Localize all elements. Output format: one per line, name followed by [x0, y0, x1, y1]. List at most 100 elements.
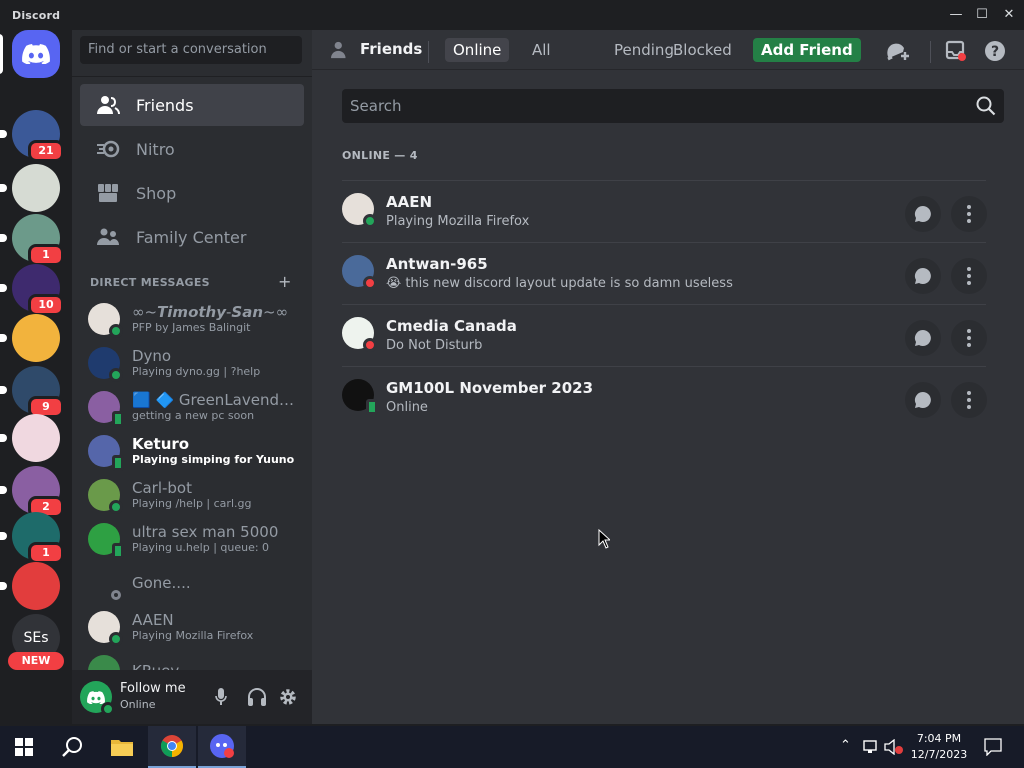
dm-item[interactable]: ∞~𝙏𝙞𝙢𝙤𝙩𝙝𝙮-𝙎𝙖𝙣~∞ PFP by James Balingit	[80, 298, 304, 340]
family-icon	[92, 225, 124, 249]
user-avatar[interactable]	[80, 681, 115, 716]
server-icon[interactable]: 2	[0, 466, 64, 518]
chrome-button[interactable]	[148, 726, 196, 768]
svg-text:?: ?	[991, 44, 999, 60]
create-dm-button[interactable]: +	[278, 272, 291, 291]
mention-badge: 21	[28, 140, 64, 162]
new-badge: NEW	[8, 652, 64, 670]
friend-avatar	[342, 193, 377, 228]
server-icon[interactable]	[0, 562, 60, 610]
tab-all[interactable]: All	[524, 38, 559, 62]
friend-row[interactable]: Antwan-965 😭 this new discord layout upda…	[342, 242, 987, 304]
dm-text: ∞~𝙏𝙞𝙢𝙤𝙩𝙝𝙮-𝙎𝙖𝙣~∞ PFP by James Balingit	[132, 303, 300, 335]
dm-item[interactable]: Carl-bot Playing /help | carl.gg	[80, 474, 304, 516]
status-indicator	[109, 324, 123, 338]
unread-indicator	[0, 284, 7, 292]
mention-badge: 10	[28, 294, 64, 316]
more-options-button[interactable]	[951, 320, 987, 356]
nav-shop[interactable]: Shop	[80, 172, 304, 214]
start-button[interactable]	[0, 726, 48, 768]
mouse-cursor-icon	[598, 528, 612, 553]
server-avatar	[12, 164, 60, 212]
friend-avatar	[342, 255, 377, 290]
message-button[interactable]	[905, 382, 941, 418]
notifications-icon[interactable]	[984, 738, 1002, 760]
dm-item[interactable]: 🟦 🔷 GreenLavender... getting a new pc soo…	[80, 386, 304, 428]
shop-icon	[92, 181, 124, 205]
system-clock[interactable]: 7:04 PM 12/7/2023	[900, 731, 978, 763]
dm-status: Playing dyno.gg | ?help	[132, 365, 261, 378]
dm-avatar	[88, 435, 124, 471]
headphones-icon[interactable]	[247, 688, 267, 710]
server-icon[interactable]	[0, 314, 60, 362]
more-options-button[interactable]	[951, 258, 987, 294]
home-button[interactable]	[0, 30, 60, 78]
dm-status: Playing /help | carl.gg	[132, 497, 252, 510]
mention-badge: 1	[28, 244, 64, 266]
dm-item[interactable]: AAEN Playing Mozilla Firefox	[80, 606, 304, 648]
server-icon[interactable]: 9	[0, 366, 64, 418]
dm-name: ultra sex man 5000	[132, 523, 279, 541]
message-icon	[914, 329, 931, 346]
tab-online[interactable]: Online	[445, 38, 510, 62]
search-taskbar-button[interactable]	[48, 726, 96, 768]
more-vertical-icon	[967, 267, 971, 285]
inbox-icon[interactable]	[944, 39, 968, 63]
server-icon[interactable]: 1	[0, 512, 64, 564]
server-icon[interactable]: 21	[0, 110, 64, 162]
dm-item[interactable]: ultra sex man 5000 Playing u.help | queue…	[80, 518, 304, 560]
server-icon[interactable]	[0, 164, 60, 212]
dm-avatar	[88, 303, 123, 338]
server-icon[interactable]: 10	[0, 264, 64, 316]
add-friend-button[interactable]: Add Friend	[753, 38, 861, 62]
minimize-button[interactable]: —	[948, 7, 964, 23]
server-icon[interactable]	[0, 414, 60, 462]
server-avatar	[12, 314, 60, 362]
nav-nitro[interactable]: Nitro	[80, 128, 304, 170]
friend-row[interactable]: Cmedia Canada Do Not Disturb	[342, 304, 987, 366]
friend-name: GM100L November 2023	[386, 379, 594, 397]
friend-row[interactable]: GM100L November 2023 Online	[342, 366, 987, 428]
new-group-dm-icon[interactable]	[886, 39, 910, 63]
discord-taskbar-button[interactable]	[198, 726, 246, 768]
dm-item[interactable]: Dyno Playing dyno.gg | ?help	[80, 342, 304, 384]
friends-search-input[interactable]: Search	[342, 89, 1004, 123]
find-conversation-button[interactable]: Find or start a conversation	[80, 36, 302, 64]
dm-item[interactable]: Gone....	[80, 562, 304, 604]
friends-icon	[330, 40, 352, 64]
message-button[interactable]	[905, 258, 941, 294]
more-options-button[interactable]	[951, 196, 987, 232]
network-icon[interactable]	[862, 739, 880, 759]
user-info[interactable]: Follow me Online	[120, 681, 186, 713]
clock-date: 12/7/2023	[910, 748, 968, 761]
unread-indicator	[0, 434, 7, 442]
dm-item[interactable]: Keturo Playing simping for Yuuno	[80, 430, 304, 472]
dm-name: AAEN	[132, 611, 174, 629]
maximize-button[interactable]: ☐	[974, 7, 990, 23]
chevron-up-icon[interactable]: ⌃	[840, 738, 851, 753]
friends-header: Friends Online All Pending Blocked Add F…	[312, 30, 1024, 70]
dm-name: Dyno	[132, 347, 172, 365]
friend-row[interactable]: AAEN Playing Mozilla Firefox	[342, 180, 987, 242]
microphone-icon[interactable]	[215, 688, 227, 710]
friend-status: Online	[386, 400, 428, 415]
dm-text: Keturo Playing simping for Yuuno	[132, 435, 300, 467]
help-icon[interactable]: ?	[983, 39, 1007, 63]
more-options-button[interactable]	[951, 382, 987, 418]
file-explorer-button[interactable]	[98, 726, 146, 768]
nav-label: Family Center	[136, 227, 247, 247]
more-vertical-icon	[967, 329, 971, 347]
server-icon[interactable]: SEs NEW	[8, 614, 64, 670]
dm-header: DIRECT MESSAGES	[90, 276, 210, 289]
dm-name: Keturo	[132, 435, 190, 453]
message-button[interactable]	[905, 320, 941, 356]
settings-gear-icon[interactable]	[278, 687, 298, 711]
tab-blocked[interactable]: Blocked	[665, 38, 740, 62]
message-button[interactable]	[905, 196, 941, 232]
close-button[interactable]: ✕	[1001, 7, 1017, 23]
nav-friends[interactable]: Friends	[80, 84, 304, 126]
server-icon[interactable]: 1	[0, 214, 64, 266]
dm-avatar	[88, 523, 124, 559]
nav-family-center[interactable]: Family Center	[80, 216, 304, 258]
windows-taskbar: ⌃ 7:04 PM 12/7/2023	[0, 726, 1024, 768]
